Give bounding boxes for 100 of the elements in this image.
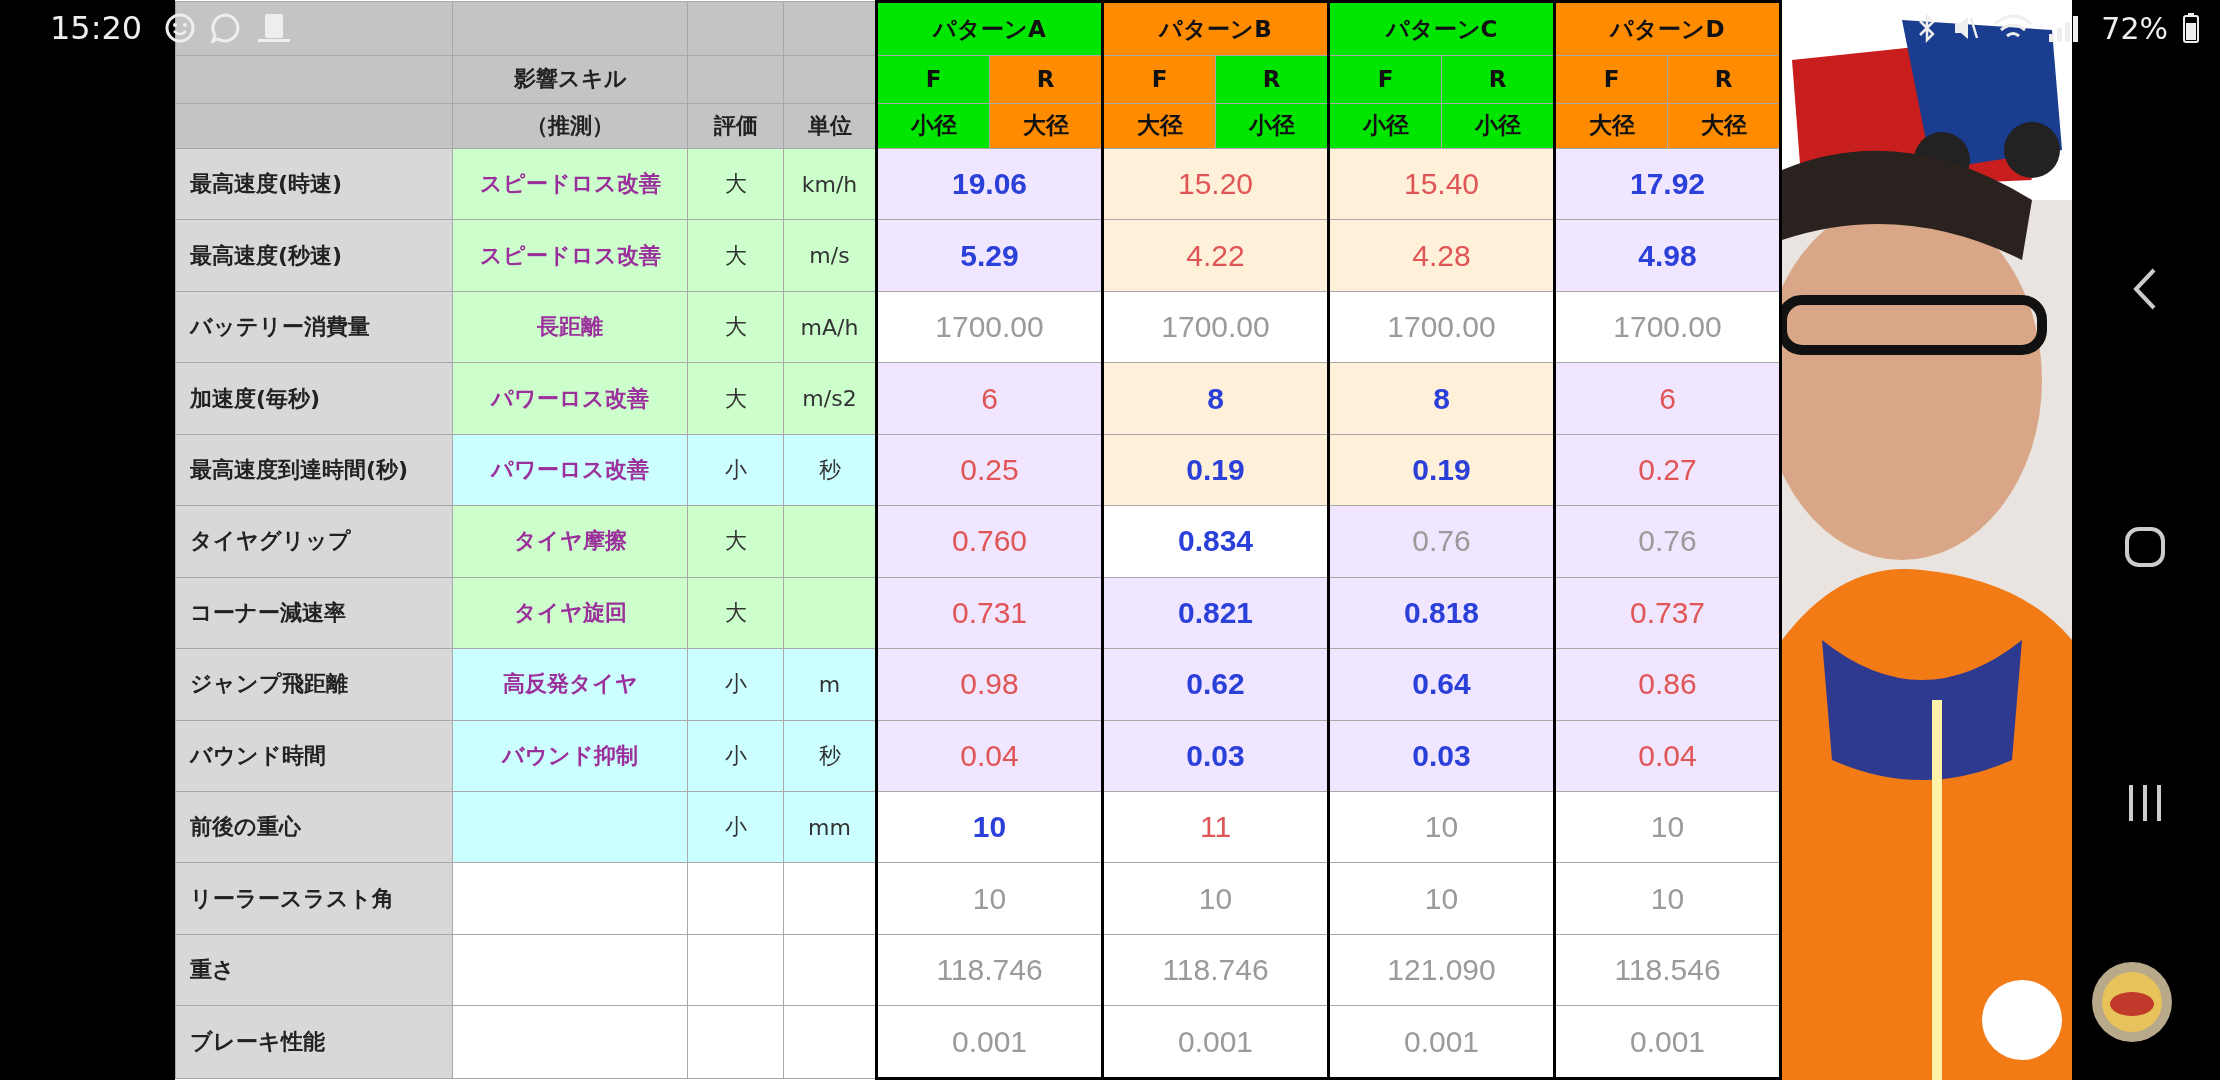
value-cell: 10 <box>1554 862 1781 935</box>
clock: 15:20 <box>50 9 143 47</box>
row-label: ブレーキ性能 <box>175 1005 453 1079</box>
value-cell: 4.98 <box>1554 219 1781 292</box>
value-cell: 8 <box>1102 362 1329 435</box>
tire-position: F <box>1328 55 1442 104</box>
unit-cell: mm <box>783 791 877 863</box>
row-label: 最高速度到達時間(秒) <box>175 434 453 506</box>
column-header: 評価 <box>687 103 784 149</box>
row-label: コーナー減速率 <box>175 577 453 649</box>
rating-cell: 小 <box>687 648 784 721</box>
skill-cell: 高反発タイヤ <box>452 648 688 721</box>
value-cell: 4.22 <box>1102 219 1329 292</box>
back-icon[interactable] <box>2132 267 2158 312</box>
rating-cell: 大 <box>687 148 784 220</box>
rating-cell: 大 <box>687 219 784 292</box>
column-header: （推測） <box>452 103 688 149</box>
skill-cell: 長距離 <box>452 291 688 363</box>
unit-cell: 秒 <box>783 720 877 792</box>
value-cell: 0.03 <box>1328 720 1555 792</box>
tire-position: F <box>1554 55 1668 104</box>
value-cell: 0.76 <box>1328 505 1555 578</box>
row-label: 最高速度(秒速) <box>175 219 453 292</box>
rating-cell: 大 <box>687 291 784 363</box>
value-cell: 0.731 <box>876 577 1103 649</box>
rating-cell: 大 <box>687 577 784 649</box>
smiley-icon <box>164 12 197 44</box>
unit-cell: m/s <box>783 219 877 292</box>
pattern-header: パターンB <box>1102 1 1329 56</box>
unit-cell: m <box>783 648 877 721</box>
value-cell: 0.76 <box>1554 505 1781 578</box>
rating-cell: 大 <box>687 505 784 578</box>
row-label: バウンド時間 <box>175 720 453 792</box>
value-cell: 0.818 <box>1328 577 1555 649</box>
tire-size: 大径 <box>1102 103 1216 149</box>
tire-position: R <box>989 55 1103 104</box>
value-cell: 118.746 <box>1102 934 1329 1006</box>
skill-cell: バウンド抑制 <box>452 720 688 792</box>
tire-size: 小径 <box>876 103 990 149</box>
value-cell: 4.28 <box>1328 219 1555 292</box>
value-cell: 1700.00 <box>1554 291 1781 363</box>
rating-cell: 小 <box>687 720 784 792</box>
value-cell: 0.821 <box>1102 577 1329 649</box>
value-cell: 0.64 <box>1328 648 1555 721</box>
row-label: リーラースラスト角 <box>175 862 453 935</box>
unit-cell: mA/h <box>783 291 877 363</box>
value-cell: 10 <box>1328 862 1555 935</box>
value-cell: 1700.00 <box>1328 291 1555 363</box>
value-cell: 10 <box>876 862 1103 935</box>
row-label: バッテリー消費量 <box>175 291 453 363</box>
rating-cell: 小 <box>687 434 784 506</box>
skill-cell: スピードロス改善 <box>452 148 688 220</box>
round-logo-icon <box>2090 960 2174 1044</box>
value-cell: 0.001 <box>876 1005 1103 1079</box>
value-cell: 118.746 <box>876 934 1103 1006</box>
value-cell: 0.98 <box>876 648 1103 721</box>
device-icon <box>256 12 293 44</box>
value-cell: 121.090 <box>1328 934 1555 1006</box>
value-cell: 11 <box>1102 791 1329 863</box>
value-cell: 0.03 <box>1102 720 1329 792</box>
battery-level: 72% <box>2101 10 2168 46</box>
value-cell: 118.546 <box>1554 934 1781 1006</box>
tire-position: R <box>1667 55 1781 104</box>
tire-size: 小径 <box>1215 103 1329 149</box>
row-label: 加速度(毎秒) <box>175 362 453 435</box>
value-cell: 19.06 <box>876 148 1103 220</box>
value-cell: 0.62 <box>1102 648 1329 721</box>
value-cell: 0.19 <box>1102 434 1329 506</box>
recents-icon[interactable] <box>2127 782 2163 823</box>
pattern-header: パターンD <box>1554 1 1781 56</box>
value-cell: 0.834 <box>1102 505 1329 578</box>
value-cell: 6 <box>1554 362 1781 435</box>
value-cell: 8 <box>1328 362 1555 435</box>
pattern-header: パターンA <box>876 1 1103 56</box>
tire-size: 小径 <box>1441 103 1555 149</box>
value-cell: 0.86 <box>1554 648 1781 721</box>
skill-cell: パワーロス改善 <box>452 362 688 435</box>
skill-cell: タイヤ摩擦 <box>452 505 688 578</box>
unit-cell: 秒 <box>783 434 877 506</box>
tire-size: 小径 <box>1328 103 1442 149</box>
value-cell: 1700.00 <box>876 291 1103 363</box>
home-icon[interactable] <box>2124 526 2166 568</box>
tire-position: R <box>1215 55 1329 104</box>
value-cell: 0.001 <box>1328 1005 1555 1079</box>
unit-cell: m/s2 <box>783 362 877 435</box>
value-cell: 0.737 <box>1554 577 1781 649</box>
value-cell: 0.760 <box>876 505 1103 578</box>
value-cell: 10 <box>1328 791 1555 863</box>
value-cell: 1700.00 <box>1102 291 1329 363</box>
value-cell: 17.92 <box>1554 148 1781 220</box>
skill-cell: スピードロス改善 <box>452 219 688 292</box>
value-cell: 0.04 <box>876 720 1103 792</box>
pattern-header: パターンC <box>1328 1 1555 56</box>
tire-size: 大径 <box>1554 103 1668 149</box>
value-cell: 5.29 <box>876 219 1103 292</box>
tire-size: 大径 <box>1667 103 1781 149</box>
tire-size: 大径 <box>989 103 1103 149</box>
unit-cell: km/h <box>783 148 877 220</box>
row-label: 最高速度(時速) <box>175 148 453 220</box>
row-label: 前後の重心 <box>175 791 453 863</box>
